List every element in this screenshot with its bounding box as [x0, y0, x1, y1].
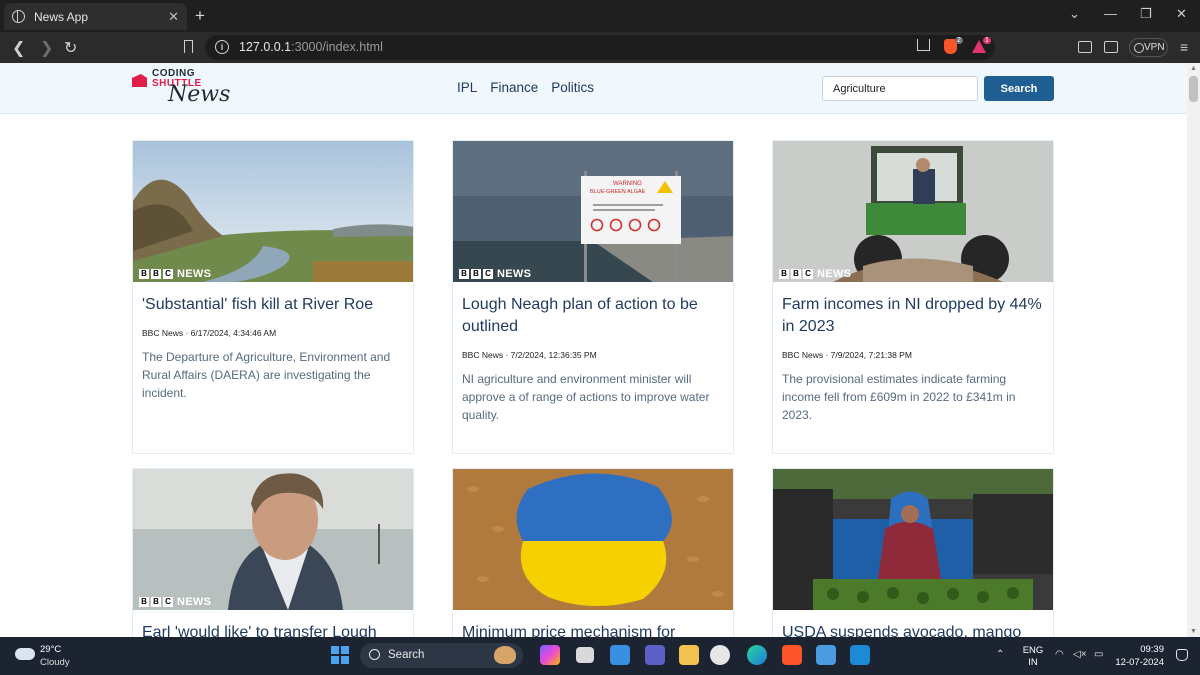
- article-image: WARNING BLUE-GREEN ALGAE BBC NEWS: [453, 141, 733, 282]
- language-line1[interactable]: ENG: [1022, 645, 1044, 656]
- copilot-icon[interactable]: [540, 645, 560, 665]
- site-info-icon[interactable]: i: [215, 40, 229, 54]
- close-tab-icon[interactable]: ✕: [168, 9, 179, 25]
- logo-script-news: News: [168, 82, 231, 107]
- weather-condition[interactable]: Cloudy: [40, 657, 70, 668]
- nav-link-ipl[interactable]: IPL: [457, 80, 477, 95]
- site-logo[interactable]: CODING SHUTTLE News: [132, 68, 242, 110]
- clock-time[interactable]: 09:39: [1112, 644, 1164, 655]
- news-card[interactable]: BBC NEWS Earl 'would like' to transfer L…: [132, 468, 414, 637]
- browser-toolbar: ❮ ❯ ↻ i 127.0.0.1:3000/index.html 2 1 VP…: [0, 32, 1200, 63]
- article-title[interactable]: 'Substantial' fish kill at River Roe: [142, 294, 407, 316]
- scroll-down-icon[interactable]: ▼: [1190, 628, 1197, 635]
- news-card[interactable]: BBC NEWS 'Substantial' fish kill at Rive…: [132, 140, 414, 454]
- site-header: CODING SHUTTLE News IPL Finance Politics…: [0, 63, 1187, 114]
- dell-icon[interactable]: [710, 645, 730, 665]
- scroll-up-icon[interactable]: ▲: [1190, 65, 1197, 72]
- article-description: The Departure of Agriculture, Environmen…: [142, 350, 391, 400]
- article-meta: BBC News · 7/2/2024, 12:36:35 PM: [462, 350, 597, 360]
- address-bar[interactable]: i 127.0.0.1:3000/index.html: [205, 35, 995, 60]
- article-title[interactable]: Farm incomes in NI dropped by 44% in 202…: [782, 294, 1047, 338]
- back-icon[interactable]: ❮: [12, 38, 25, 58]
- show-hidden-icons[interactable]: ⌃: [996, 649, 1004, 660]
- page-scrollbar[interactable]: ▲ ▼: [1187, 63, 1200, 637]
- remote-desktop-icon[interactable]: [816, 645, 836, 665]
- search-button[interactable]: Search: [984, 76, 1054, 101]
- forward-icon[interactable]: ❯: [40, 38, 53, 58]
- rewards-count-badge: 1: [983, 37, 991, 44]
- globe-icon: [12, 10, 25, 23]
- article-image: [773, 469, 1053, 610]
- weather-temperature[interactable]: 29°C: [40, 644, 61, 655]
- task-view-icon[interactable]: [576, 647, 594, 663]
- menu-icon[interactable]: ≡: [1180, 39, 1188, 55]
- article-image: BBC NEWS: [133, 469, 413, 610]
- windows-start-icon[interactable]: [331, 646, 349, 664]
- shields-count-badge: 2: [955, 37, 963, 44]
- article-title[interactable]: Lough Neagh plan of action to be outline…: [462, 294, 727, 338]
- article-description: NI agriculture and environment minister …: [462, 372, 710, 422]
- article-title[interactable]: Minimum price mechanism for: [462, 622, 727, 637]
- bookmark-icon[interactable]: [184, 40, 193, 53]
- bbc-news-badge: BBC NEWS: [779, 268, 851, 280]
- sign-algae-text: BLUE-GREEN ALGAE: [590, 189, 646, 195]
- article-image: [453, 469, 733, 610]
- browser-tab-bar: News App ✕ + ⌄ — ❐ ✕: [0, 0, 1200, 32]
- scrollbar-thumb[interactable]: [1189, 76, 1198, 102]
- minimize-icon[interactable]: —: [1104, 6, 1117, 21]
- tab-news-app[interactable]: News App ✕: [4, 3, 187, 30]
- url-text[interactable]: 127.0.0.1:3000/index.html: [239, 40, 383, 54]
- wallet-icon[interactable]: [1104, 41, 1118, 53]
- search-input[interactable]: [822, 76, 978, 101]
- new-tab-icon[interactable]: +: [195, 6, 205, 26]
- reload-icon[interactable]: ↻: [64, 38, 77, 58]
- weather-cloud-icon[interactable]: [15, 648, 35, 660]
- windows-taskbar: 29°C Cloudy Search ⌃ ENG IN ◠ ◁× ▭ 09:39…: [0, 637, 1200, 675]
- wifi-icon[interactable]: ◠: [1055, 649, 1064, 660]
- article-image: BBC NEWS: [133, 141, 413, 282]
- news-card[interactable]: USDA suspends avocado, mango: [772, 468, 1054, 637]
- store-icon[interactable]: [610, 645, 630, 665]
- volume-muted-icon[interactable]: ◁×: [1073, 649, 1087, 660]
- sidebar-toggle-icon[interactable]: [1078, 41, 1092, 53]
- tab-title: News App: [34, 9, 89, 24]
- bbc-news-badge: BBC NEWS: [139, 268, 211, 280]
- search-highlight-icon: [494, 646, 516, 664]
- bbc-news-badge: BBC NEWS: [459, 268, 531, 280]
- page-viewport: CODING SHUTTLE News IPL Finance Politics…: [0, 63, 1187, 637]
- article-title[interactable]: Earl 'would like' to transfer Lough: [142, 622, 407, 637]
- article-title[interactable]: USDA suspends avocado, mango: [782, 622, 1047, 637]
- file-explorer-icon[interactable]: [679, 645, 699, 665]
- clock-date[interactable]: 12-07-2024: [1112, 657, 1164, 668]
- battery-icon[interactable]: ▭: [1094, 649, 1103, 660]
- article-meta: BBC News · 6/17/2024, 4:34:46 AM: [142, 328, 277, 338]
- vscode-icon[interactable]: [850, 645, 870, 665]
- language-line2[interactable]: IN: [1022, 657, 1044, 668]
- sign-warning-text: WARNING: [613, 181, 642, 187]
- main-nav: IPL Finance Politics: [457, 80, 594, 95]
- nav-link-politics[interactable]: Politics: [551, 80, 594, 95]
- news-card[interactable]: Minimum price mechanism for: [452, 468, 734, 637]
- edge-icon[interactable]: [747, 645, 767, 665]
- taskbar-search-label: Search: [388, 649, 425, 661]
- article-image: BBC NEWS: [773, 141, 1053, 282]
- tab-search-chevron-icon[interactable]: ⌄: [1069, 6, 1080, 22]
- logo-mark-icon: [132, 74, 147, 87]
- news-card[interactable]: WARNING BLUE-GREEN ALGAE BBC NEWS Lough …: [452, 140, 734, 454]
- vpn-button[interactable]: VPN: [1129, 38, 1168, 57]
- notification-bell-icon[interactable]: [1176, 649, 1188, 661]
- article-description: The provisional estimates indicate farmi…: [782, 372, 1016, 422]
- bbc-news-badge: BBC NEWS: [139, 596, 211, 608]
- nav-link-finance[interactable]: Finance: [490, 80, 538, 95]
- taskbar-search[interactable]: Search: [360, 643, 523, 668]
- close-window-icon[interactable]: ✕: [1176, 6, 1187, 22]
- teams-icon[interactable]: [645, 645, 665, 665]
- news-card[interactable]: BBC NEWS Farm incomes in NI dropped by 4…: [772, 140, 1054, 454]
- article-meta: BBC News · 7/9/2024, 7:21:38 PM: [782, 350, 912, 360]
- restore-icon[interactable]: ❐: [1140, 6, 1152, 22]
- brave-icon[interactable]: [782, 645, 802, 665]
- share-icon[interactable]: [917, 39, 930, 51]
- search-icon: [369, 649, 380, 660]
